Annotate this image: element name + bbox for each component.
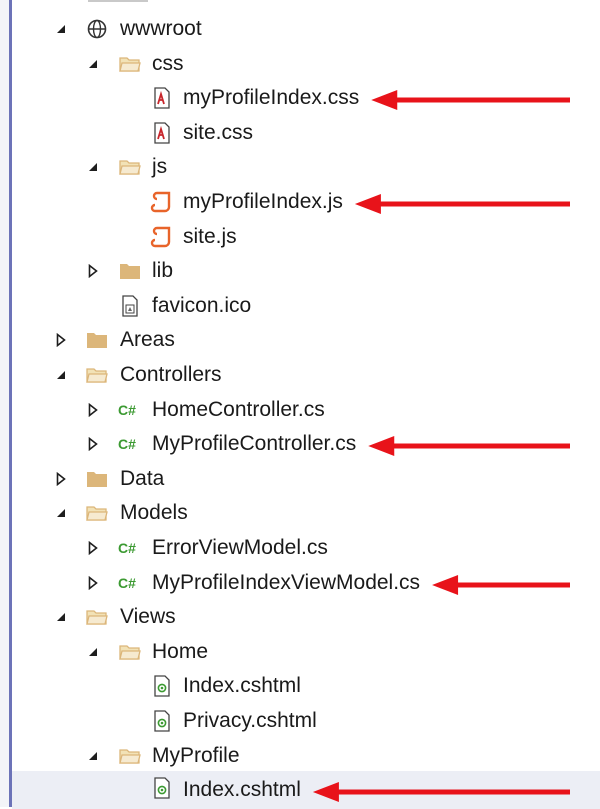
globe-icon <box>85 18 109 40</box>
js-file-icon <box>150 226 174 248</box>
red-annotation-arrow <box>354 194 570 214</box>
folder-icon <box>118 260 142 282</box>
collapsed-triangle-icon[interactable] <box>87 264 99 279</box>
tree-item-label: site.css <box>183 120 254 144</box>
expanded-triangle-icon[interactable] <box>87 645 99 659</box>
expanded-triangle-icon[interactable] <box>55 610 67 624</box>
folder-open-icon <box>85 502 109 524</box>
expanded-triangle-icon[interactable] <box>87 749 99 763</box>
tree-item-label: Controllers <box>120 363 222 386</box>
folder-open-icon <box>85 606 109 628</box>
tree-item[interactable]: js <box>12 150 600 184</box>
expanded-triangle-icon[interactable] <box>55 368 67 382</box>
red-annotation-arrow <box>432 574 570 595</box>
razor-file-icon <box>150 675 174 698</box>
tree-item[interactable]: lib <box>12 254 600 288</box>
folder-open-icon <box>118 641 142 663</box>
tree-item-label: Data <box>120 466 165 490</box>
folder-icon <box>85 329 109 351</box>
red-annotation-arrow <box>371 90 570 111</box>
tree-item-label: Index.cshtml <box>183 674 301 698</box>
tree-item-label: HomeController.cs <box>152 397 325 421</box>
tree-item[interactable]: site.js <box>12 220 600 254</box>
tree-item-label: MyProfile <box>152 743 240 767</box>
tree-item[interactable]: Models <box>12 496 600 530</box>
folder-open-icon <box>85 364 109 386</box>
folder-open-icon <box>118 156 142 178</box>
tree-item[interactable]: MyProfile <box>12 739 600 773</box>
tree-item[interactable]: Privacy.cshtml <box>12 704 600 738</box>
red-annotation-arrow <box>312 782 570 803</box>
collapsed-triangle-icon[interactable] <box>87 402 99 417</box>
tree-item-label: site.js <box>183 224 237 248</box>
tree-item[interactable]: favicon.ico <box>12 289 600 323</box>
tree-item[interactable]: Views <box>12 600 600 634</box>
tree-item-label: js <box>152 155 168 179</box>
tree-item[interactable]: Controllers <box>12 358 600 392</box>
collapsed-triangle-icon[interactable] <box>87 541 99 555</box>
tree-item[interactable]: site.css <box>12 116 600 150</box>
tree-item-label: Models <box>120 501 188 525</box>
folder-icon <box>85 468 109 490</box>
collapsed-triangle-icon[interactable] <box>55 471 67 486</box>
razor-file-icon <box>150 710 174 732</box>
tree-item-label: wwwroot <box>120 17 202 40</box>
tree-item-label: Areas <box>120 328 175 352</box>
csharp-file-icon: C# <box>118 540 136 556</box>
csharp-file-icon: C# <box>118 401 136 418</box>
folder-open-icon <box>118 745 142 767</box>
tree-item[interactable]: C# HomeController.cs <box>12 393 600 427</box>
folder-open-icon <box>118 53 142 75</box>
expanded-triangle-icon[interactable] <box>87 57 99 71</box>
expanded-triangle-icon[interactable] <box>55 506 67 520</box>
tree-item-label: Views <box>120 605 176 629</box>
expanded-triangle-icon[interactable] <box>87 160 99 174</box>
red-annotation-arrow <box>368 436 570 457</box>
tree-item[interactable]: C# ErrorViewModel.cs <box>12 531 600 565</box>
collapsed-triangle-icon[interactable] <box>55 333 67 348</box>
tree-item-label: Home <box>152 639 209 663</box>
tree-item-label: css <box>152 51 184 75</box>
tree-item-label: favicon.ico <box>152 293 252 317</box>
ico-file-icon <box>118 295 142 317</box>
tree-item-label: ErrorViewModel.cs <box>152 536 328 559</box>
tree-item[interactable]: Home <box>12 635 600 669</box>
solution-explorer-tree: wwwroot css myProfileIndex.css site.css js my… <box>0 0 600 809</box>
tree-item[interactable]: Areas <box>12 323 600 357</box>
tree-item[interactable]: Index.cshtml <box>12 669 600 703</box>
expanded-triangle-icon[interactable] <box>55 22 67 36</box>
tree-item[interactable]: wwwroot <box>12 12 600 46</box>
tree-item-label: Privacy.cshtml <box>183 709 317 732</box>
tree-item[interactable]: css <box>12 47 600 81</box>
tree-item-label: lib <box>152 259 174 283</box>
tree-item[interactable]: Data <box>12 462 600 496</box>
css-file-icon <box>150 122 174 144</box>
